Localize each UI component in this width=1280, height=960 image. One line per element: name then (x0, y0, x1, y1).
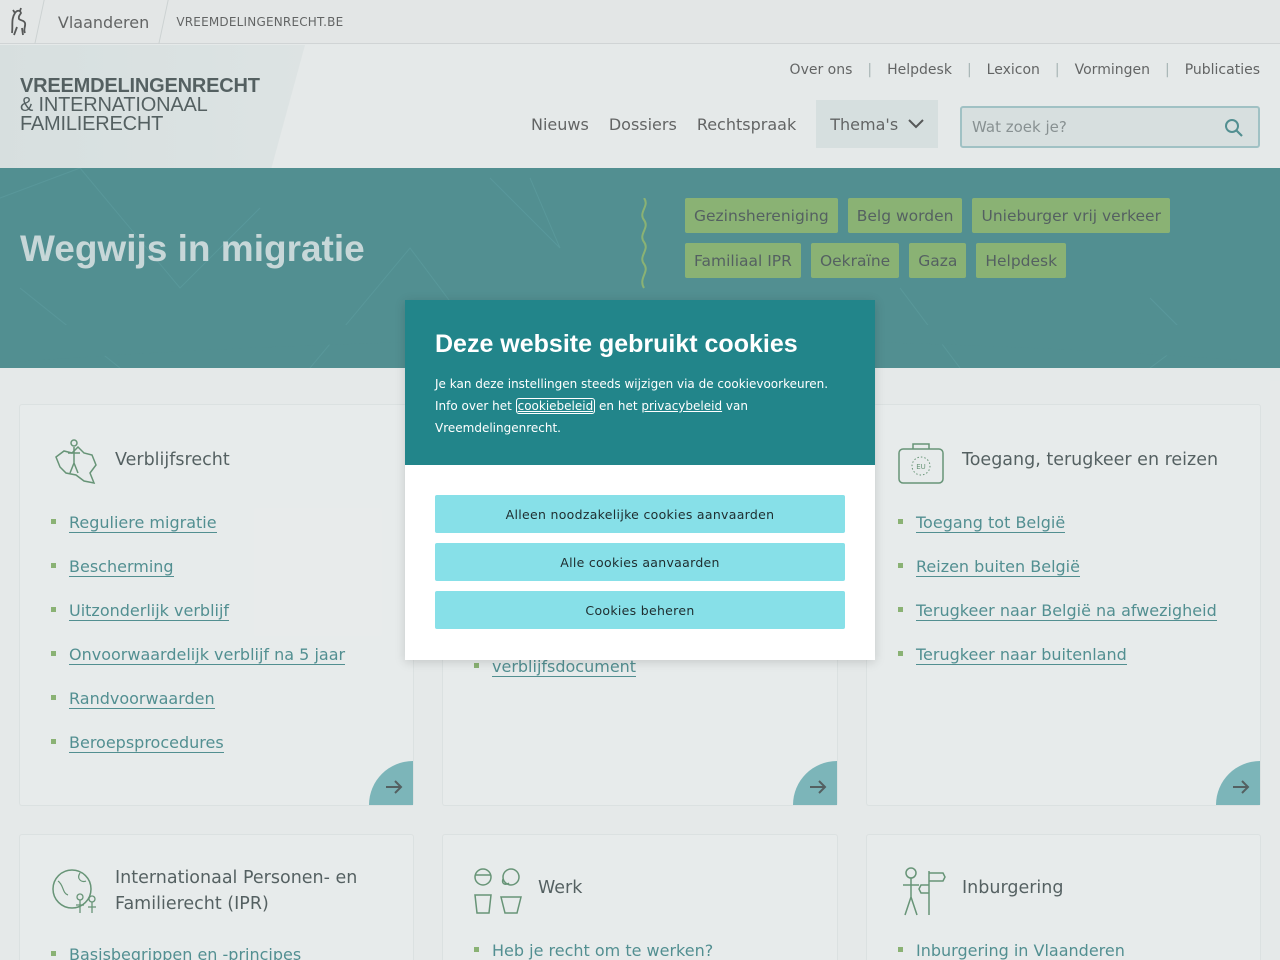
cookie-modal-header: Deze website gebruikt cookies Je kan dez… (405, 300, 875, 465)
accept-necessary-button[interactable]: Alleen noodzakelijke cookies aanvaarden (435, 495, 845, 533)
cookie-modal-body: Alleen noodzakelijke cookies aanvaarden … (405, 465, 875, 629)
accept-all-button[interactable]: Alle cookies aanvaarden (435, 543, 845, 581)
cookie-text-pre: Info over het (435, 399, 516, 413)
privacybeleid-link[interactable]: privacybeleid (641, 399, 722, 413)
cookiebeleid-link[interactable]: cookiebeleid (515, 398, 596, 414)
cookie-text-line-3: Vreemdelingenrecht. (435, 421, 561, 435)
cookie-modal: Deze website gebruikt cookies Je kan dez… (405, 300, 875, 660)
cookie-text-line-1: Je kan deze instellingen steeds wijzigen… (435, 377, 829, 391)
cookie-modal-title: Deze website gebruikt cookies (435, 330, 798, 358)
cookie-text-post: van (722, 399, 748, 413)
manage-cookies-button[interactable]: Cookies beheren (435, 591, 845, 629)
cookie-modal-text: Je kan deze instellingen steeds wijzigen… (435, 373, 845, 439)
cookie-text-mid: en het (595, 399, 642, 413)
